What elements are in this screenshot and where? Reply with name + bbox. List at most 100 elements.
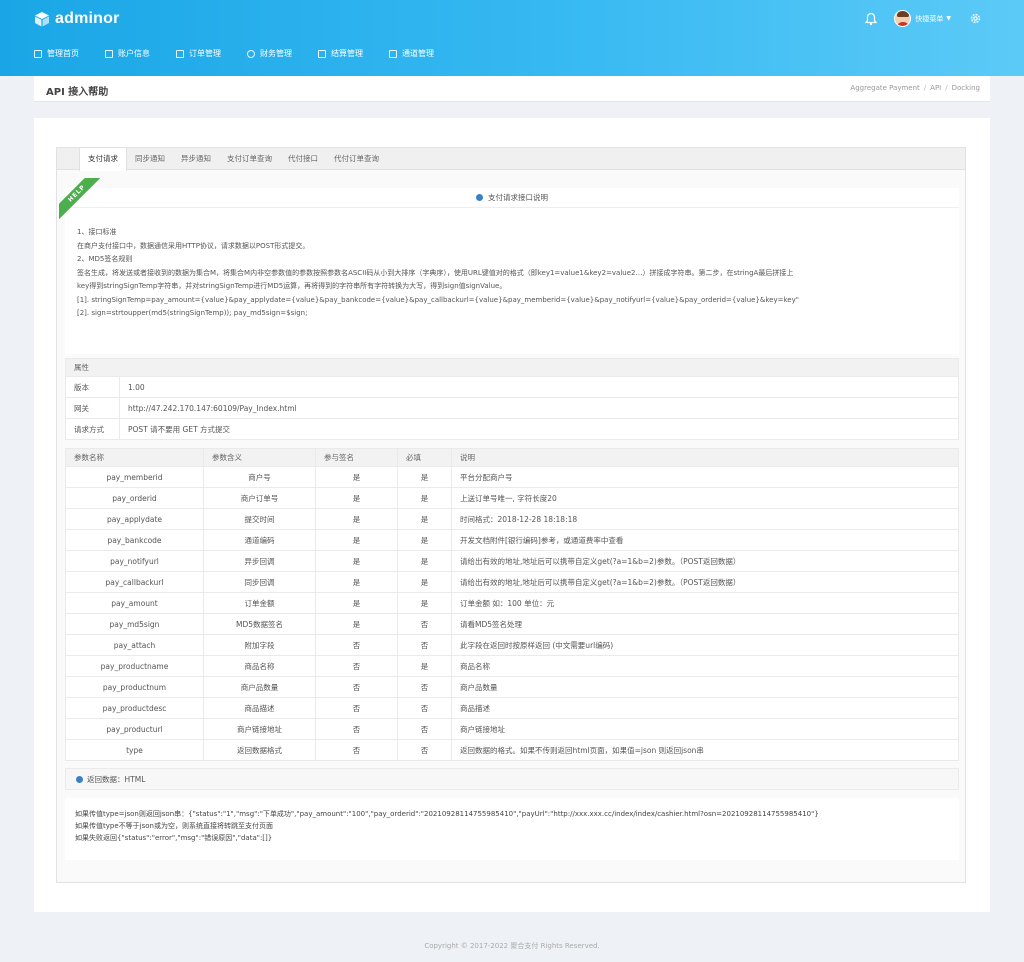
footer-copyright: Copyright © 2017-2022 聚合支付 Rights Reserv… bbox=[424, 942, 600, 950]
param-required: 是 bbox=[397, 487, 452, 509]
info-icon bbox=[476, 194, 483, 201]
param-name: pay_callbackurl bbox=[65, 571, 204, 593]
desc-line: [2]. sign=strtoupper(md5(stringSignTemp)… bbox=[77, 309, 308, 317]
param-signed: 是 bbox=[315, 529, 398, 551]
param-name: pay_productdesc bbox=[65, 697, 204, 719]
desc-line: 签名生成，将发送或者接收到的数据为集合M，将集合M内非空参数值的参数按照参数名A… bbox=[77, 268, 794, 277]
param-name: pay_md5sign bbox=[65, 613, 204, 635]
table-row: type 返回数据格式否否返回数据的格式。如果不传则返回html页面，如果值=js… bbox=[65, 739, 959, 761]
param-required: 否 bbox=[397, 676, 452, 698]
nav-item-orders[interactable]: 订单管理 bbox=[176, 48, 221, 59]
prop-value: http://47.242.170.147:60109/Pay_Index.ht… bbox=[119, 397, 959, 419]
param-name: pay_amount bbox=[65, 592, 204, 614]
param-meaning: 商户品数量 bbox=[203, 676, 316, 698]
help-ribbon: HELP bbox=[59, 178, 101, 220]
param-signed: 是 bbox=[315, 466, 398, 488]
breadcrumb-item[interactable]: API bbox=[930, 84, 941, 92]
param-remark: 请看MD5签名处理 bbox=[451, 613, 959, 635]
return-title: 返回数据：HTML bbox=[87, 775, 146, 784]
page-title: API 接入帮助 bbox=[46, 87, 109, 98]
param-signed: 是 bbox=[315, 487, 398, 509]
param-signed: 是 bbox=[315, 550, 398, 572]
top-header: adminor 快捷菜单 ▼ 管理首页 账户信息 订单管理 财务管理 结算管理 … bbox=[0, 0, 1024, 76]
table-row: pay_productname 商品名称否是商品名称 bbox=[65, 655, 959, 677]
param-meaning: 商户链接地址 bbox=[203, 718, 316, 740]
table-row: pay_md5sign MD5数据签名是否请看MD5签名处理 bbox=[65, 613, 959, 635]
description-block: 1、接口标准 在商户支付接口中，数据通信采用HTTP协议，请求数据以POST形式… bbox=[65, 208, 959, 354]
desc-line: 2、MD5签名规则 bbox=[77, 255, 133, 263]
param-remark: 请给出有效的地址,地址后可以携带自定义get(?a=1&b=2)参数。（POST… bbox=[451, 550, 959, 572]
prop-key: 版本 bbox=[65, 376, 120, 398]
param-name: pay_notifyurl bbox=[65, 550, 204, 572]
param-signed: 是 bbox=[315, 508, 398, 530]
home-icon bbox=[34, 49, 42, 58]
param-meaning: 商户订单号 bbox=[203, 487, 316, 509]
nav-item-channels[interactable]: 通道管理 bbox=[389, 48, 434, 59]
table-row: pay_producturl 商户链接地址否否商户链接地址 bbox=[65, 718, 959, 740]
nav-item-settlement[interactable]: 结算管理 bbox=[318, 48, 363, 59]
param-required: 是 bbox=[397, 508, 452, 530]
params-body: pay_memberid 商户号是是平台分配商户号 pay_orderid 商户订单号… bbox=[65, 466, 959, 761]
brand[interactable]: adminor bbox=[34, 10, 120, 28]
brand-name: adminor bbox=[55, 10, 120, 27]
param-meaning: 通道编码 bbox=[203, 529, 316, 551]
nav-label: 通道管理 bbox=[402, 49, 434, 58]
table-row: pay_callbackurl 同步回调是是请给出有效的地址,地址后可以携带自定义… bbox=[65, 571, 959, 593]
nav-item-home[interactable]: 管理首页 bbox=[34, 48, 79, 59]
settlement-icon bbox=[318, 49, 326, 58]
param-meaning: 附加字段 bbox=[203, 634, 316, 656]
breadcrumb-separator: / bbox=[945, 84, 948, 92]
table-row: pay_memberid 商户号是是平台分配商户号 bbox=[65, 466, 959, 488]
tab-payout[interactable]: 代付接口 bbox=[280, 148, 326, 170]
table-row: pay_productnum 商户品数量否否商户品数量 bbox=[65, 676, 959, 698]
finance-icon bbox=[247, 49, 255, 58]
param-meaning: 订单金额 bbox=[203, 592, 316, 614]
param-meaning: 返回数据格式 bbox=[203, 739, 316, 761]
table-row: 版本 1.00 bbox=[65, 376, 959, 398]
tab-payout-query[interactable]: 代付订单查询 bbox=[326, 148, 387, 170]
tab-sync-notify[interactable]: 同步通知 bbox=[127, 148, 173, 170]
content-panel: 支付请求 同步通知 异步通知 支付订单查询 代付接口 代付订单查询 支付请求接口… bbox=[34, 118, 990, 912]
nav-item-finance[interactable]: 财务管理 bbox=[247, 48, 292, 59]
breadcrumb-item[interactable]: Aggregate Payment bbox=[850, 84, 919, 92]
tab-async-notify[interactable]: 异步通知 bbox=[173, 148, 219, 170]
tab-order-query[interactable]: 支付订单查询 bbox=[219, 148, 280, 170]
chevron-down-icon[interactable]: ▼ bbox=[946, 15, 951, 22]
param-signed: 否 bbox=[315, 676, 398, 698]
prop-value: POST 请不要用 GET 方式提交 bbox=[119, 418, 959, 440]
param-name: type bbox=[65, 739, 204, 761]
param-signed: 否 bbox=[315, 697, 398, 719]
param-meaning: 同步回调 bbox=[203, 571, 316, 593]
breadcrumb: Aggregate Payment / API / Docking bbox=[850, 84, 980, 92]
table-row: pay_applydate 提交时间是是时间格式：2018-12-28 18:18… bbox=[65, 508, 959, 530]
param-required: 否 bbox=[397, 634, 452, 656]
gear-icon[interactable] bbox=[969, 12, 982, 25]
prop-key: 请求方式 bbox=[65, 418, 120, 440]
table-row: 网关 http://47.242.170.147:60109/Pay_Index.… bbox=[65, 397, 959, 419]
return-body: 如果传值type=json则返回json串：{"status":"1","msg… bbox=[65, 798, 959, 860]
help-badge: HELP bbox=[59, 178, 101, 220]
params-table: 参数名称 参数含义 参与签名 必填 说明 pay_memberid 商户号是是平台… bbox=[65, 448, 959, 761]
column-header: 参数名称 bbox=[65, 448, 204, 467]
user-menu-label[interactable]: 快捷菜单 bbox=[915, 14, 943, 24]
param-signed: 是 bbox=[315, 592, 398, 614]
property-table: 属性 版本 1.00 网关 http://47.242.170.147:60109/… bbox=[65, 358, 959, 440]
param-name: pay_attach bbox=[65, 634, 204, 656]
nav-item-account[interactable]: 账户信息 bbox=[105, 48, 150, 59]
tab-pay-request[interactable]: 支付请求 bbox=[79, 148, 127, 171]
prop-key: 网关 bbox=[65, 397, 120, 419]
doc-card: 支付请求 同步通知 异步通知 支付订单查询 代付接口 代付订单查询 支付请求接口… bbox=[56, 147, 966, 883]
property-header: 属性 bbox=[65, 358, 959, 377]
return-line: 如果传值type不等于json或为空，则系统直接将转跳至支付页面 bbox=[75, 822, 273, 830]
param-meaning: 商品名称 bbox=[203, 655, 316, 677]
table-row: 请求方式 POST 请不要用 GET 方式提交 bbox=[65, 418, 959, 440]
desc-line: key得到stringSignTemp字符串，并对stringSignTemp进… bbox=[77, 282, 507, 290]
prop-value: 1.00 bbox=[119, 376, 959, 398]
nav-label: 管理首页 bbox=[47, 49, 79, 58]
column-header: 参与签名 bbox=[315, 448, 398, 467]
tab-bar: 支付请求 同步通知 异步通知 支付订单查询 代付接口 代付订单查询 bbox=[57, 148, 965, 171]
param-remark: 开发文档附件[银行编码]参考，或通道费率中查看 bbox=[451, 529, 959, 551]
avatar[interactable] bbox=[894, 10, 912, 27]
param-signed: 否 bbox=[315, 739, 398, 761]
bell-icon[interactable] bbox=[864, 12, 878, 26]
